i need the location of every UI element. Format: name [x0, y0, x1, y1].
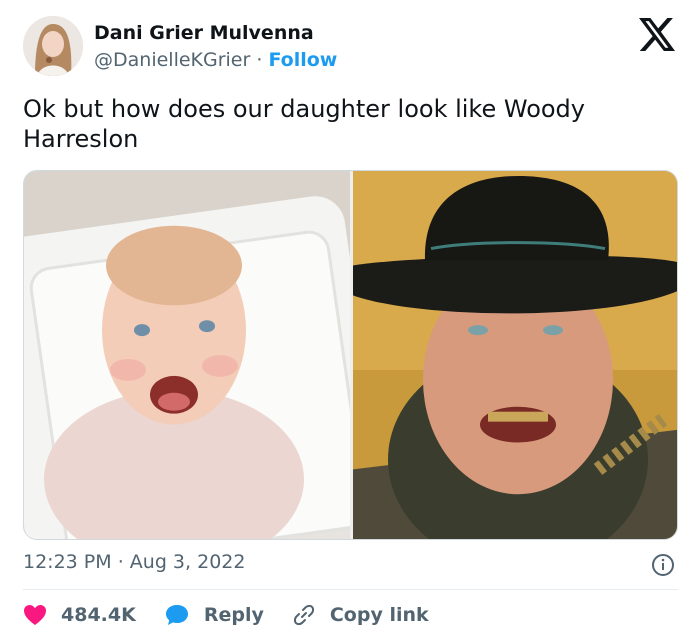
handle-separator: · — [256, 49, 263, 71]
timestamp[interactable]: 12:23 PM · Aug 3, 2022 — [23, 551, 245, 573]
avatar[interactable] — [23, 16, 83, 76]
x-logo-icon[interactable] — [639, 18, 675, 51]
man-in-hat-photo[interactable] — [353, 171, 677, 539]
speech-bubble-icon — [165, 605, 188, 625]
tweet-time: 12:23 PM — [23, 551, 112, 573]
media-grid[interactable] — [23, 170, 678, 540]
copy-link-label: Copy link — [329, 604, 429, 626]
tweet-date: Aug 3, 2022 — [129, 551, 246, 573]
follow-button[interactable]: Follow — [268, 49, 337, 71]
tweet-text: Ok but how does our daughter look like W… — [23, 95, 585, 153]
copy-link-button[interactable]: Copy link — [292, 603, 429, 627]
like-count: 484.4K — [61, 604, 136, 626]
info-icon[interactable] — [651, 553, 675, 577]
author-name[interactable]: Dani Grier Mulvenna — [94, 22, 314, 44]
author-handle-line: @DanielleKGrier · Follow — [94, 49, 337, 71]
action-bar: 484.4K Reply Copy link — [23, 600, 457, 630]
tweet-card: Dani Grier Mulvenna @DanielleKGrier · Fo… — [0, 0, 700, 642]
reply-button[interactable]: Reply — [164, 603, 264, 627]
baby-photo[interactable] — [24, 171, 350, 539]
heart-icon — [24, 605, 46, 625]
author-handle[interactable]: @DanielleKGrier — [94, 49, 250, 71]
like-button[interactable]: 484.4K — [23, 604, 136, 626]
time-separator: · — [117, 551, 124, 573]
reply-label: Reply — [203, 604, 264, 626]
divider — [23, 589, 678, 590]
link-icon — [293, 604, 314, 626]
